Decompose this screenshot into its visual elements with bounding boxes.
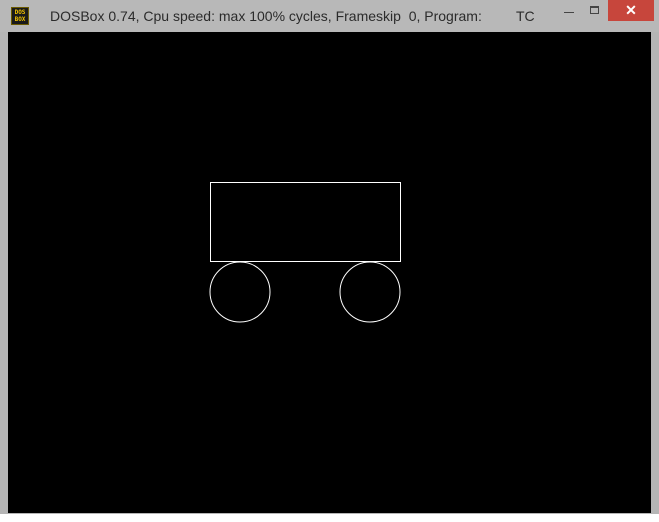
- close-button[interactable]: ✕: [608, 0, 654, 21]
- cart-body-rectangle: [210, 182, 401, 262]
- minimize-icon: [564, 12, 574, 13]
- minimize-button[interactable]: [555, 0, 583, 21]
- title-bar[interactable]: DOS BOX DOSBox 0.74, Cpu speed: max 100%…: [0, 0, 659, 32]
- dosbox-icon[interactable]: DOS BOX: [11, 7, 29, 25]
- program-name: TC: [516, 8, 535, 24]
- dos-screen[interactable]: [8, 32, 651, 513]
- left-wheel-circle: [209, 261, 271, 323]
- graphics-canvas: [209, 182, 401, 323]
- maximize-button[interactable]: [582, 0, 609, 21]
- background-strip: [0, 514, 659, 522]
- maximize-icon: [590, 6, 599, 14]
- dosbox-window: DOS BOX DOSBox 0.74, Cpu speed: max 100%…: [0, 0, 659, 522]
- right-wheel-circle: [339, 261, 401, 323]
- icon-text-bottom: BOX: [14, 16, 26, 23]
- close-icon: ✕: [625, 2, 637, 18]
- icon-text-top: DOS: [14, 9, 26, 16]
- window-title: DOSBox 0.74, Cpu speed: max 100% cycles,…: [50, 8, 482, 24]
